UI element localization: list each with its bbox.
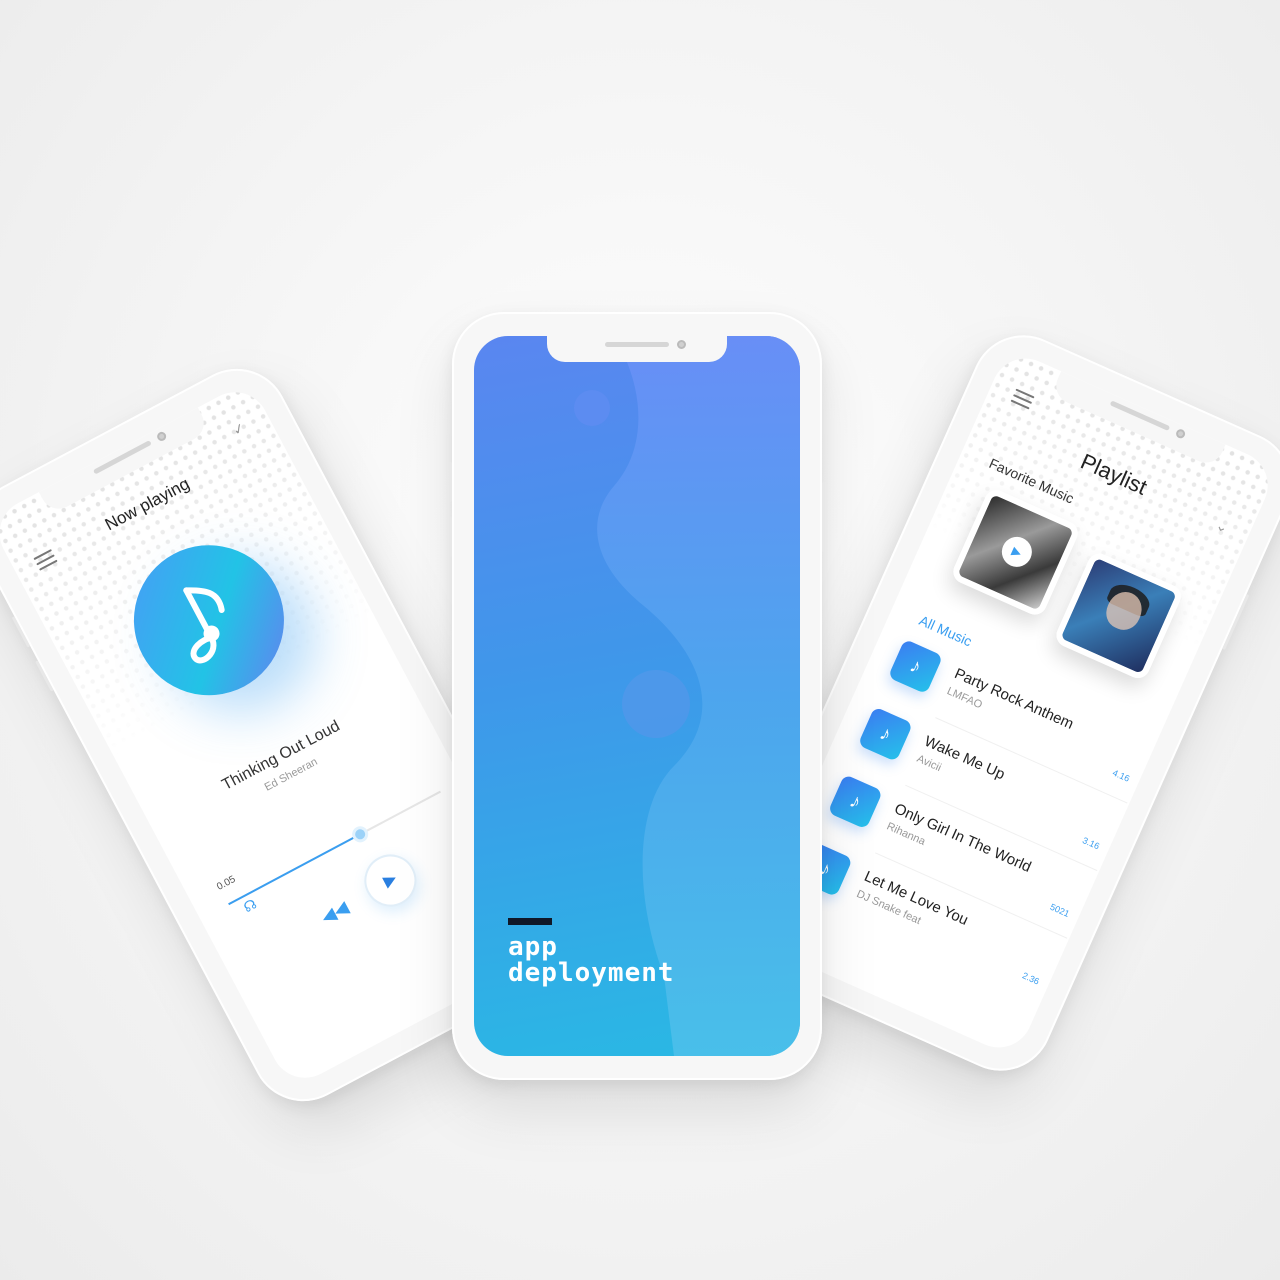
music-note-icon	[183, 587, 225, 664]
volume-button	[449, 517, 452, 557]
splash-screen: app deployment	[474, 336, 800, 1056]
brand-accent-bar	[508, 918, 552, 925]
camera	[677, 340, 686, 349]
rewind-icon[interactable]: ◀◀	[318, 897, 352, 929]
play-icon: ▶	[380, 869, 400, 891]
phone-splash: app deployment	[449, 312, 825, 1080]
brand-wordmark: app deployment	[508, 934, 675, 986]
power-button	[1222, 594, 1250, 651]
time-elapsed: 0.05	[215, 873, 238, 893]
track-duration: 3.16	[1080, 835, 1102, 852]
progress-fill	[228, 833, 361, 906]
artist-name: Ed Sheeran	[262, 755, 320, 794]
music-note-icon: ♪	[827, 774, 883, 830]
headphones-icon[interactable]: ☊	[241, 895, 260, 916]
music-note-icon: ♪	[857, 706, 914, 762]
camera	[1174, 427, 1187, 440]
volume-button	[11, 616, 31, 648]
speaker	[605, 342, 669, 347]
volume-button	[449, 462, 452, 502]
brand-line-1: app	[508, 932, 558, 962]
phone-notch	[547, 336, 727, 362]
camera	[155, 430, 168, 443]
progress-knob[interactable]	[349, 823, 371, 846]
play-icon[interactable]: ▶	[997, 532, 1037, 572]
music-note-icon: ♪	[887, 638, 944, 695]
playlist-screen: ⌄ Playlist Favorite Music ▶ All Music ♪ …	[745, 347, 1279, 1059]
volume-button	[35, 660, 54, 692]
power-button	[822, 482, 825, 552]
play-button[interactable]: ▶	[355, 845, 426, 916]
track-duration: 2.36	[1020, 970, 1041, 987]
track-duration: 4.16	[1111, 767, 1132, 784]
track-duration: 5021	[1048, 901, 1071, 920]
brand-line-2: deployment	[508, 958, 675, 988]
